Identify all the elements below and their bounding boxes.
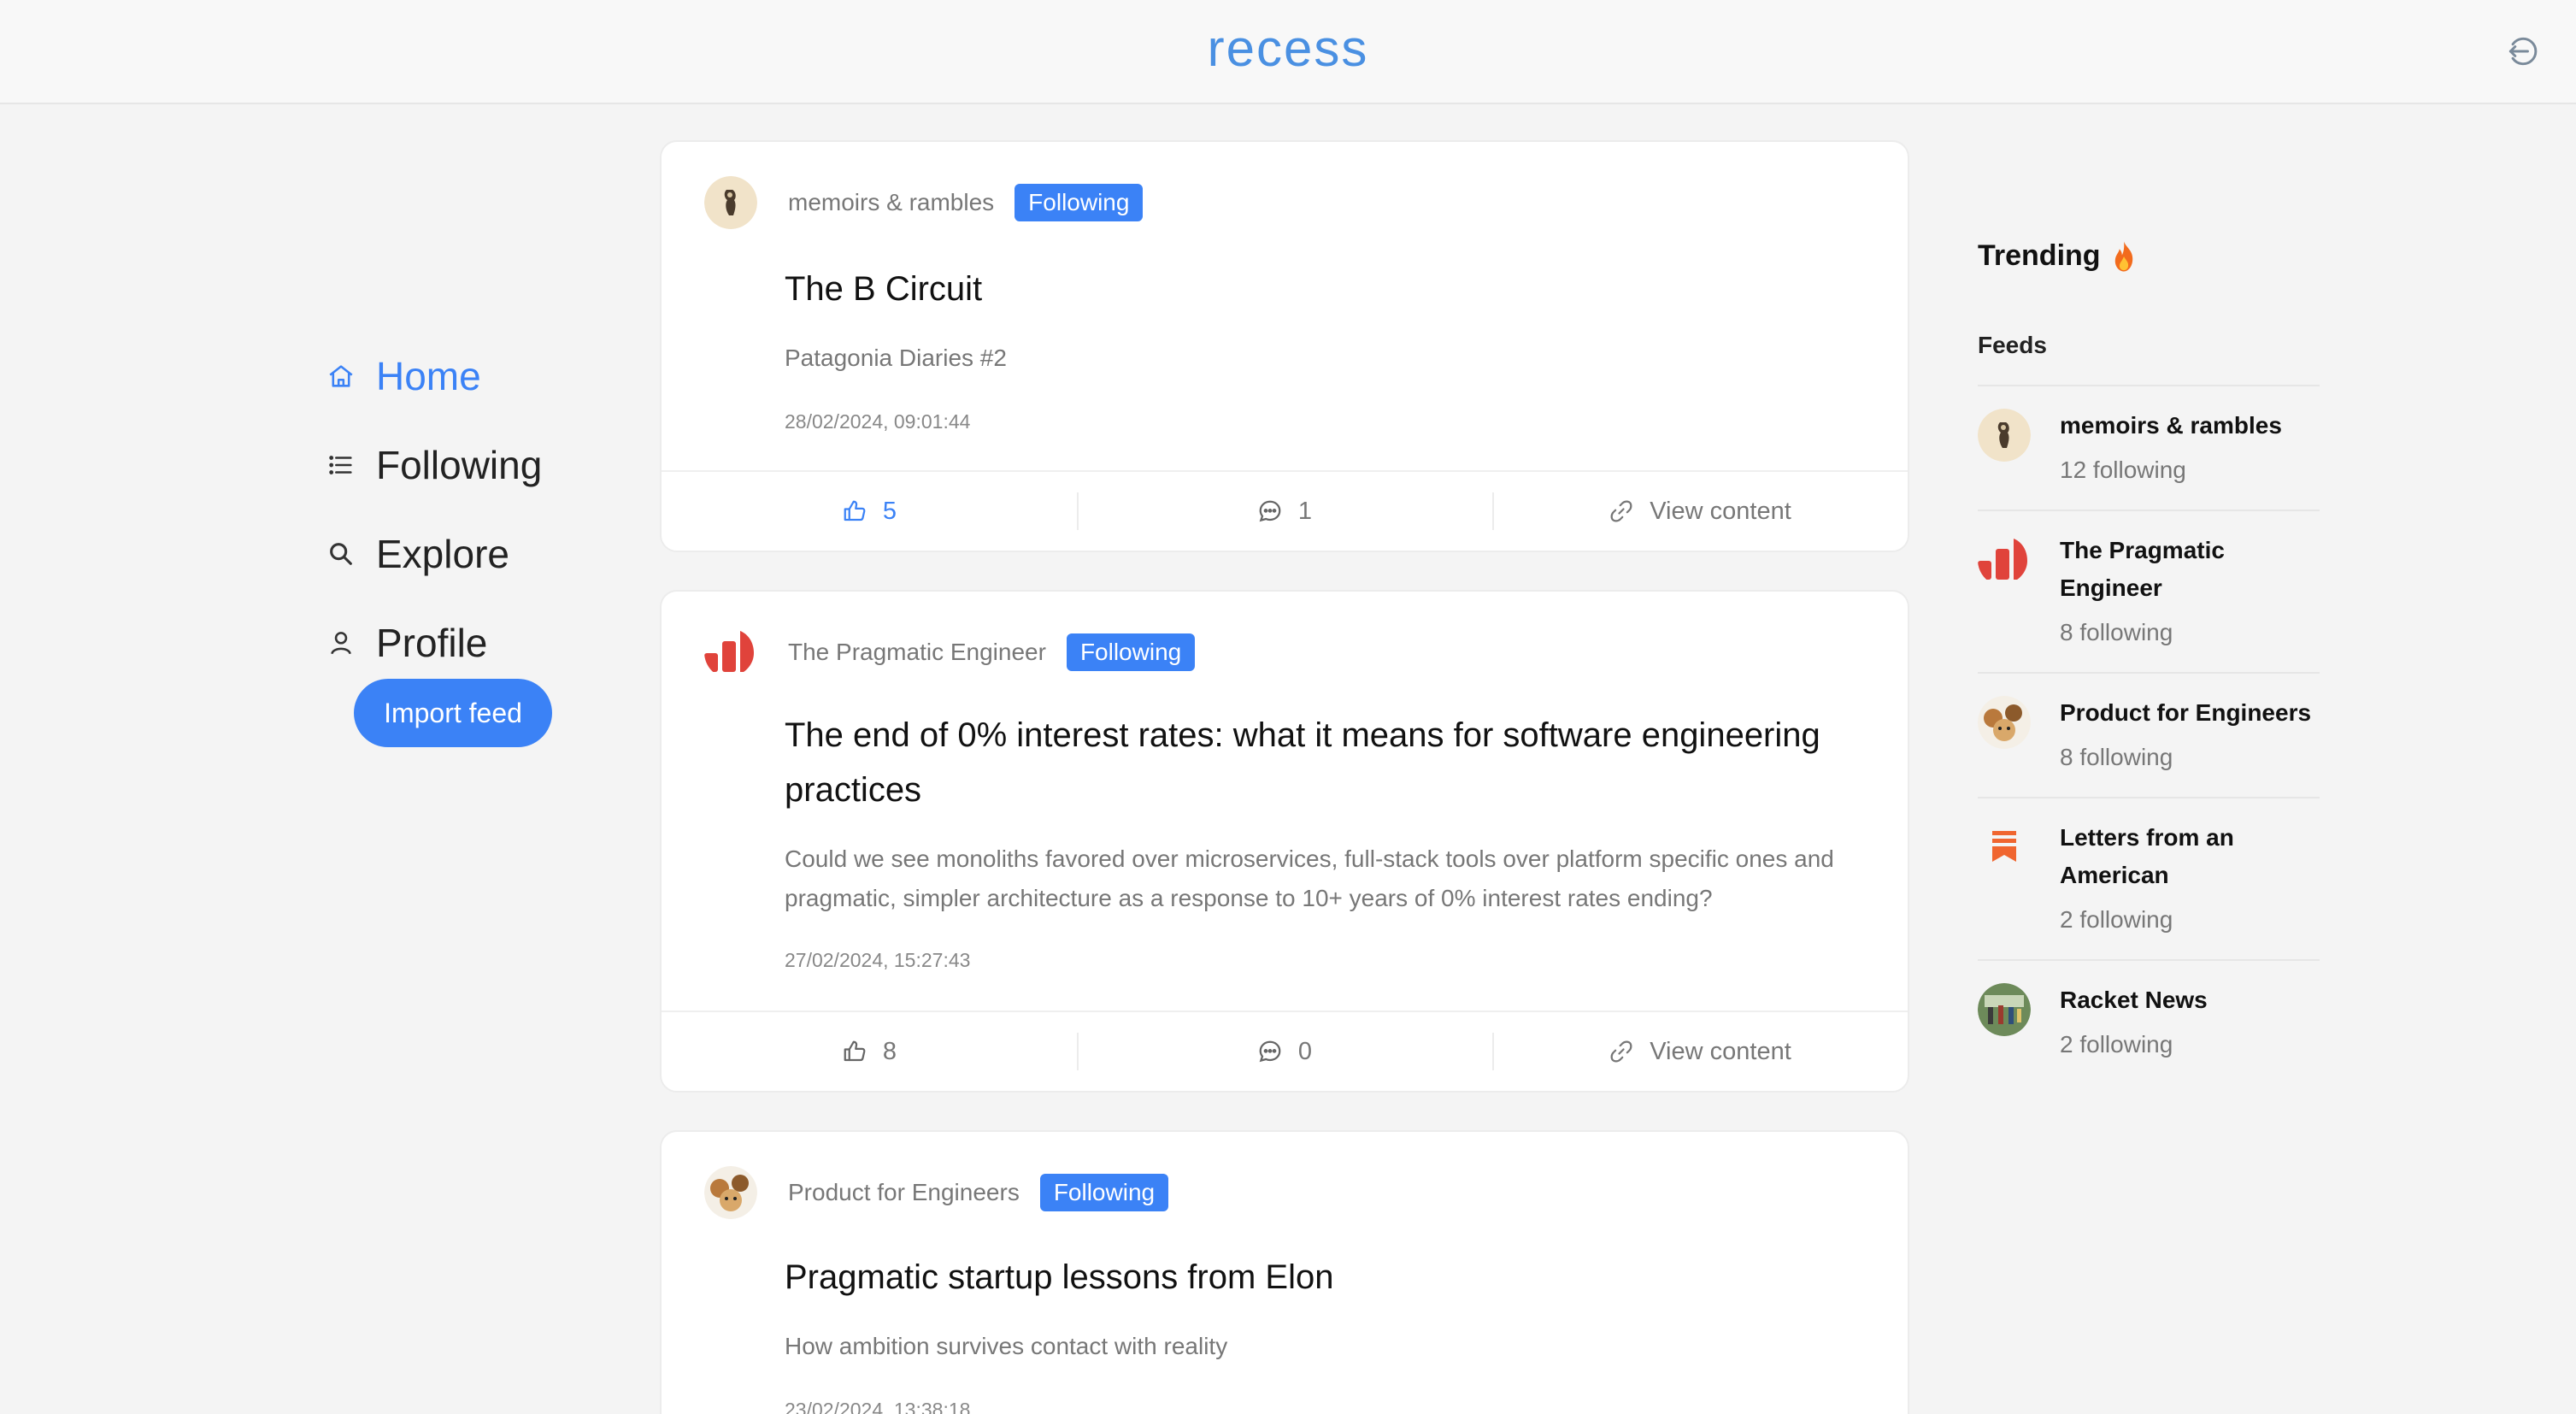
like-button[interactable]: 5 [662, 472, 1077, 551]
post-card: The Pragmatic Engineer Following The end… [660, 590, 1909, 1093]
post-date: 23/02/2024, 13:38:18 [785, 1399, 971, 1414]
view-content-label: View content [1650, 1037, 1791, 1065]
like-count: 8 [882, 1037, 897, 1065]
feeds-label: Feeds [1978, 332, 2047, 358]
post-subtitle: Could we see monoliths favored over micr… [785, 845, 1834, 911]
nav-item-explore[interactable]: Explore [326, 510, 542, 598]
trending-feed-count: 8 following [2060, 619, 2173, 645]
post-header: memoirs & rambles Following [704, 176, 1144, 229]
post-card: memoirs & rambles Following The B Circui… [660, 140, 1909, 552]
search-icon [330, 543, 352, 565]
like-count: 5 [882, 497, 897, 525]
comment-icon [1259, 500, 1281, 522]
trending-label: Trending [1978, 239, 2101, 272]
comment-count: 1 [1297, 497, 1313, 525]
trending-title: Trending [1978, 239, 2137, 273]
racket-news-avatar-icon [1978, 983, 2031, 1036]
view-content-label: View content [1650, 497, 1791, 525]
trending-feed-name: The Pragmatic Engineer [2060, 537, 2225, 601]
substack-bookmark-icon [1992, 831, 2016, 862]
pragmatic-engineer-logo-icon [1978, 539, 2027, 580]
nav-item-home[interactable]: Home [326, 332, 542, 421]
home-icon [329, 365, 353, 387]
trending-feed-item[interactable]: Racket News 2 following [1978, 959, 2320, 1084]
trending-feed-item[interactable]: memoirs & rambles 12 following [1978, 385, 2320, 510]
trending-feed-count: 2 following [2060, 1031, 2173, 1058]
view-content-link[interactable]: View content [1492, 472, 1908, 551]
comment-icon [1259, 1040, 1281, 1063]
sidebar-nav: Home Following Explore Profile [326, 332, 542, 687]
post-title[interactable]: The B Circuit [785, 262, 1853, 316]
nav-label-home: Home [376, 354, 481, 398]
link-icon [1610, 500, 1632, 522]
feed-name[interactable]: The Pragmatic Engineer [788, 639, 1046, 666]
following-badge: Following [1039, 1174, 1169, 1211]
memoirs-avatar-icon[interactable] [704, 176, 757, 229]
trending-feed-item[interactable]: The Pragmatic Engineer 8 following [1978, 510, 2320, 672]
post-subtitle: How ambition survives contact with reali… [785, 1333, 1228, 1359]
post-actions: 8 0 View content [662, 1010, 1908, 1091]
memoirs-avatar-icon [1978, 409, 2031, 462]
trending-feed-name: Racket News [2060, 987, 2208, 1013]
following-badge: Following [1066, 633, 1196, 671]
comment-button[interactable]: 0 [1077, 1012, 1492, 1091]
nav-label-explore: Explore [376, 532, 509, 576]
post-header: Product for Engineers Following [704, 1166, 1169, 1219]
feed-name[interactable]: Product for Engineers [788, 1179, 1020, 1206]
post-title[interactable]: Pragmatic startup lessons from Elon [785, 1250, 1853, 1305]
post-card: Product for Engineers Following Pragmati… [660, 1130, 1909, 1414]
nav-item-following[interactable]: Following [326, 421, 542, 510]
nav-label-profile: Profile [376, 621, 488, 665]
product-for-engineers-avatar-icon [1978, 696, 2031, 749]
nav-item-profile[interactable]: Profile [326, 598, 542, 687]
top-bar: recess [0, 0, 2576, 104]
post-actions: 5 1 View content [662, 470, 1908, 551]
post-subtitle: Patagonia Diaries #2 [785, 345, 1007, 371]
trending-feed-name: memoirs & rambles [2060, 412, 2282, 439]
like-button[interactable]: 8 [662, 1012, 1077, 1091]
user-icon [331, 632, 351, 655]
trending-feed-count: 2 following [2060, 906, 2173, 933]
link-icon [1610, 1040, 1632, 1063]
post-date: 28/02/2024, 09:01:44 [785, 410, 971, 433]
thumbs-up-icon [844, 500, 866, 521]
nav-label-following: Following [376, 443, 543, 487]
pragmatic-engineer-logo-icon[interactable] [704, 626, 757, 679]
product-for-engineers-avatar-icon[interactable] [704, 1166, 757, 1219]
trending-feed-item[interactable]: Letters from an American 2 following [1978, 797, 2320, 959]
following-badge: Following [1015, 184, 1144, 221]
comment-count: 0 [1297, 1037, 1313, 1065]
trending-feed-list: memoirs & rambles 12 following The Pragm… [1978, 385, 2320, 1084]
fire-icon [2114, 240, 2132, 272]
comment-button[interactable]: 1 [1077, 472, 1492, 551]
thumbs-up-icon [844, 1040, 866, 1062]
feed-name[interactable]: memoirs & rambles [788, 189, 994, 216]
import-feed-button[interactable]: Import feed [354, 679, 552, 747]
trending-feed-item[interactable]: Product for Engineers 8 following [1978, 672, 2320, 797]
list-icon [329, 456, 352, 474]
logout-icon[interactable] [2504, 32, 2542, 70]
trending-feed-name: Letters from an American [2060, 824, 2234, 888]
post-title[interactable]: The end of 0% interest rates: what it me… [785, 708, 1853, 817]
app-title[interactable]: recess [0, 19, 2576, 78]
post-date: 27/02/2024, 15:27:43 [785, 949, 971, 971]
trending-feed-count: 8 following [2060, 744, 2173, 770]
view-content-link[interactable]: View content [1492, 1012, 1908, 1091]
trending-feed-count: 12 following [2060, 457, 2186, 483]
trending-feed-name: Product for Engineers [2060, 699, 2312, 726]
post-header: The Pragmatic Engineer Following [704, 626, 1196, 679]
